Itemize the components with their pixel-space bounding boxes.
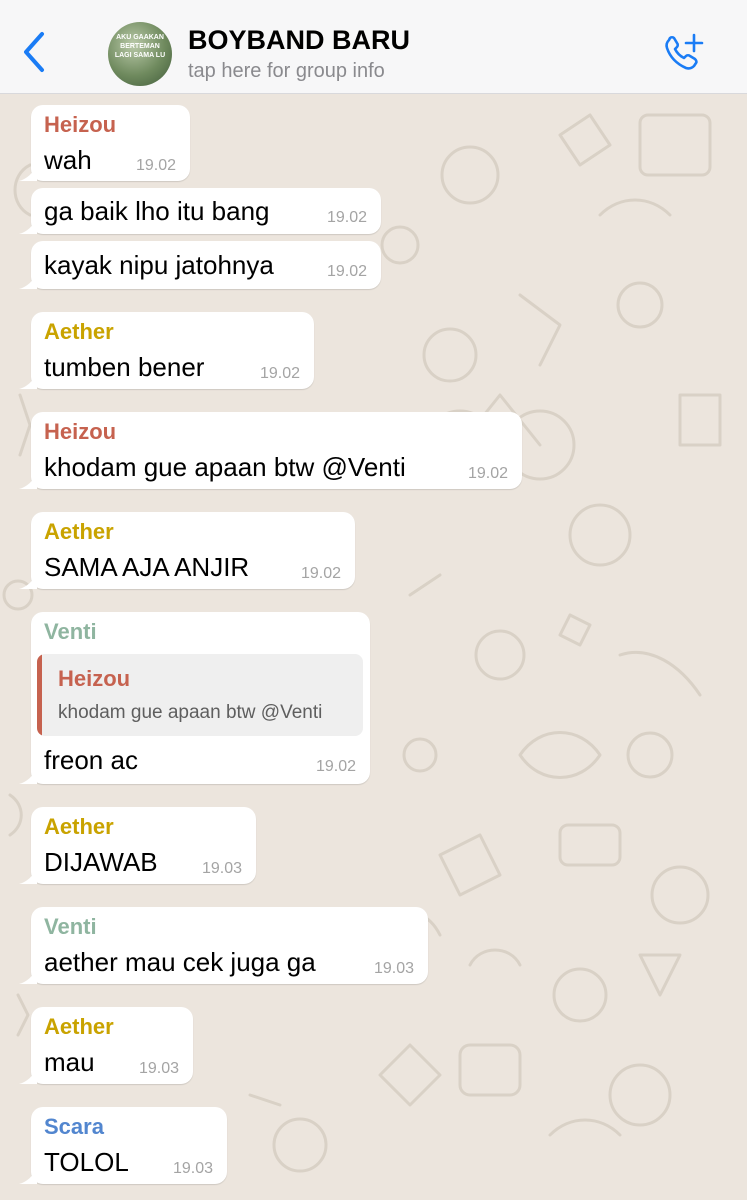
chevron-left-icon [24, 32, 44, 72]
message-text: mau [44, 1047, 95, 1077]
message-bubble[interactable]: Heizou wah 19.02 [19, 105, 190, 181]
group-info-link[interactable]: tap here for group info [188, 60, 385, 83]
sender-name: Heizou [44, 112, 117, 137]
message-bubble[interactable]: Aether mau 19.03 [19, 1007, 193, 1084]
chat-header: AKU GAAKAN BERTEMAN LAGI SAMA LU BOYBAND… [0, 0, 747, 94]
sender-name: Scara [44, 1114, 104, 1139]
message-time: 19.02 [259, 365, 300, 382]
message-time: 19.03 [172, 1160, 213, 1177]
message-text: khodam gue apaan btw @Venti [44, 452, 406, 482]
back-button[interactable] [18, 30, 52, 74]
sender-name: Heizou [44, 419, 117, 444]
bubble-tail [19, 1168, 37, 1184]
quoted-text: khodam gue apaan btw @Venti [58, 702, 323, 723]
quoted-message[interactable]: Heizou khodam gue apaan btw @Venti [37, 654, 363, 736]
message-bubble[interactable]: Venti Heizou khodam gue apaan btw @Venti… [19, 612, 370, 784]
sender-name: Aether [44, 814, 114, 839]
bubble-tail [19, 573, 37, 589]
bubble-tail [19, 868, 37, 884]
bubble-tail [19, 1068, 37, 1084]
bubble-tail [19, 768, 37, 784]
message-bubble[interactable]: Venti aether mau cek juga ga 19.03 [19, 907, 428, 984]
group-avatar[interactable]: AKU GAAKAN BERTEMAN LAGI SAMA LU [108, 22, 172, 86]
message-text: SAMA AJA ANJIR [44, 552, 250, 582]
message-time: 19.03 [201, 860, 242, 877]
message-time: 19.02 [135, 157, 176, 174]
message-text: kayak nipu jatohnya [44, 250, 274, 280]
message-text: DIJAWAB [44, 847, 158, 877]
bubble-tail [19, 218, 37, 234]
message-time: 19.02 [326, 263, 367, 280]
quoted-sender: Heizou [58, 666, 131, 691]
message-time: 19.03 [138, 1060, 179, 1077]
avatar-caption: AKU GAAKAN BERTEMAN LAGI SAMA LU [114, 34, 166, 59]
message-bubble[interactable]: Aether SAMA AJA ANJIR 19.02 [19, 512, 355, 589]
bubble-tail [19, 968, 37, 984]
group-title[interactable]: BOYBAND BARU [188, 25, 410, 56]
message-time: 19.02 [300, 565, 341, 582]
message-text: ga baik lho itu bang [44, 196, 270, 226]
quote-accent-bar [37, 654, 42, 736]
sender-name: Aether [44, 319, 114, 344]
message-text: TOLOL [44, 1147, 129, 1177]
message-text: tumben bener [44, 352, 205, 382]
message-bubble[interactable]: Aether tumben bener 19.02 [19, 312, 314, 389]
message-bubble[interactable]: Aether DIJAWAB 19.03 [19, 807, 256, 884]
phone-add-icon [665, 33, 704, 70]
message-time: 19.02 [467, 465, 508, 482]
message-bubble[interactable]: Scara TOLOL 19.03 [19, 1107, 227, 1184]
message-time: 19.02 [326, 209, 367, 226]
sender-name: Venti [44, 619, 97, 644]
message-time: 19.03 [373, 960, 414, 977]
message-time: 19.02 [315, 758, 356, 775]
message-text: aether mau cek juga ga [44, 947, 316, 977]
bubble-tail [19, 165, 37, 181]
message-text: freon ac [44, 745, 138, 775]
bubble-tail [19, 273, 37, 289]
sender-name: Aether [44, 519, 114, 544]
message-list[interactable]: Heizou wah 19.02 ga baik lho itu bang 19… [0, 95, 747, 1200]
message-text: wah [44, 145, 92, 175]
bubble-tail [19, 473, 37, 489]
bubble-tail [19, 373, 37, 389]
message-bubble[interactable]: kayak nipu jatohnya 19.02 [19, 241, 381, 289]
message-bubble[interactable]: Heizou khodam gue apaan btw @Venti 19.02 [19, 412, 522, 489]
sender-name: Venti [44, 914, 97, 939]
message-bubble[interactable]: ga baik lho itu bang 19.02 [19, 188, 381, 234]
sender-name: Aether [44, 1014, 114, 1039]
add-call-button[interactable] [660, 32, 708, 76]
